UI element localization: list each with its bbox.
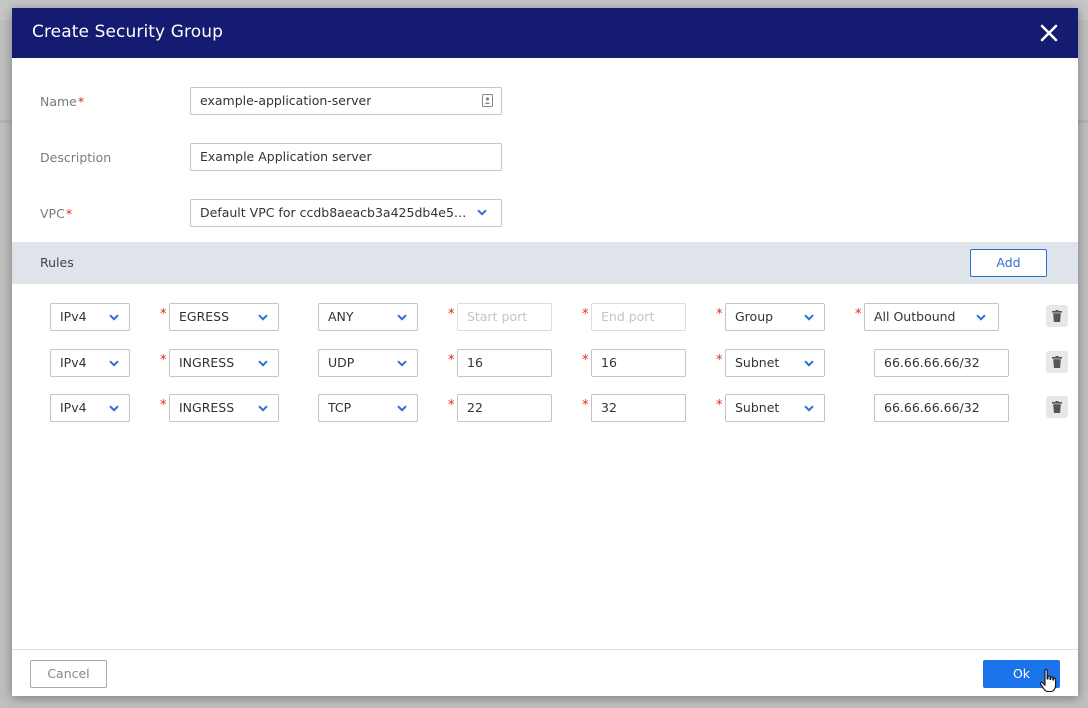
rule-row: IPv4 * EGRESS ANY * Start port * End por… xyxy=(12,303,1078,333)
chevron-down-icon xyxy=(109,314,119,321)
trash-icon xyxy=(1052,310,1062,322)
delete-rule-button[interactable] xyxy=(1046,305,1068,327)
target-type-value: Group xyxy=(735,309,774,324)
contact-card-icon[interactable] xyxy=(482,94,493,107)
close-icon xyxy=(1040,24,1058,42)
required-marker: * xyxy=(855,307,862,322)
end-port-input[interactable]: End port xyxy=(591,303,686,331)
rule-row: IPv4 * INGRESS TCP * 22 * 32 * Subnet 66… xyxy=(12,394,1078,424)
close-button[interactable] xyxy=(1036,20,1062,46)
chevron-down-icon xyxy=(804,314,814,321)
protocol-select[interactable]: UDP xyxy=(318,349,418,377)
target-type-value: Subnet xyxy=(735,400,780,415)
delete-rule-button[interactable] xyxy=(1046,351,1068,373)
chevron-down-icon xyxy=(109,360,119,367)
target-group-select[interactable]: All Outbound xyxy=(864,303,999,331)
target-type-select[interactable]: Group xyxy=(725,303,825,331)
description-value: Example Application server xyxy=(200,149,372,164)
add-rule-button[interactable]: Add xyxy=(970,249,1047,277)
required-marker: * xyxy=(582,307,589,322)
target-value: All Outbound xyxy=(874,309,956,324)
rules-label: Rules xyxy=(40,255,74,270)
name-label: Name* xyxy=(40,94,84,109)
name-value: example-application-server xyxy=(200,93,372,108)
description-label: Description xyxy=(40,150,112,165)
delete-rule-button[interactable] xyxy=(1046,396,1068,418)
cancel-button[interactable]: Cancel xyxy=(30,660,107,688)
required-marker: * xyxy=(716,307,723,322)
chevron-down-icon xyxy=(477,209,487,216)
required-marker: * xyxy=(448,398,455,413)
chevron-down-icon xyxy=(976,314,986,321)
end-port-input[interactable]: 32 xyxy=(591,394,686,422)
protocol-value: TCP xyxy=(328,400,352,415)
required-marker: * xyxy=(160,307,167,322)
direction-value: INGRESS xyxy=(179,355,235,370)
vpc-label: VPC* xyxy=(40,206,72,221)
name-input[interactable]: example-application-server xyxy=(190,87,502,115)
required-marker: * xyxy=(716,353,723,368)
ip-version-select[interactable]: IPv4 xyxy=(50,394,130,422)
target-type-select[interactable]: Subnet xyxy=(725,394,825,422)
start-port-input[interactable]: 16 xyxy=(457,349,552,377)
ip-version-select[interactable]: IPv4 xyxy=(50,349,130,377)
protocol-select[interactable]: ANY xyxy=(318,303,418,331)
trash-icon xyxy=(1052,401,1062,413)
target-type-value: Subnet xyxy=(735,355,780,370)
vpc-value: Default VPC for ccdb8aeacb3a425db4e54... xyxy=(200,205,470,220)
chevron-down-icon xyxy=(397,360,407,367)
end-port-input[interactable]: 16 xyxy=(591,349,686,377)
direction-value: EGRESS xyxy=(179,309,230,324)
chevron-down-icon xyxy=(109,405,119,412)
start-port-input[interactable]: 22 xyxy=(457,394,552,422)
dialog-title: Create Security Group xyxy=(32,22,223,42)
required-marker: * xyxy=(448,353,455,368)
create-security-group-dialog: Create Security Group Name* example-appl… xyxy=(12,8,1078,696)
direction-select[interactable]: EGRESS xyxy=(169,303,279,331)
required-marker: * xyxy=(582,398,589,413)
chevron-down-icon xyxy=(397,405,407,412)
trash-icon xyxy=(1052,356,1062,368)
chevron-down-icon xyxy=(804,360,814,367)
subnet-cidr-input[interactable]: 66.66.66.66/32 xyxy=(874,349,1009,377)
subnet-cidr-input[interactable]: 66.66.66.66/32 xyxy=(874,394,1009,422)
ip-version-select[interactable]: IPv4 xyxy=(50,303,130,331)
description-input[interactable]: Example Application server xyxy=(190,143,502,171)
chevron-down-icon xyxy=(397,314,407,321)
required-marker: * xyxy=(716,398,723,413)
hand-pointer-cursor-icon xyxy=(1039,669,1057,693)
dialog-header: Create Security Group xyxy=(12,8,1078,58)
chevron-down-icon xyxy=(258,405,268,412)
chevron-down-icon xyxy=(804,405,814,412)
direction-value: INGRESS xyxy=(179,400,235,415)
chevron-down-icon xyxy=(258,360,268,367)
required-marker: * xyxy=(160,353,167,368)
rules-section-header: Rules Add xyxy=(12,242,1078,284)
vpc-label-text: VPC xyxy=(40,206,65,221)
dialog-footer: Cancel Ok xyxy=(12,649,1078,696)
protocol-select[interactable]: TCP xyxy=(318,394,418,422)
rule-row: IPv4 * INGRESS UDP * 16 * 16 * Subnet 66… xyxy=(12,349,1078,379)
direction-select[interactable]: INGRESS xyxy=(169,349,279,377)
required-marker: * xyxy=(448,307,455,322)
name-label-text: Name xyxy=(40,94,77,109)
required-marker: * xyxy=(77,94,85,109)
ip-version-value: IPv4 xyxy=(60,309,87,324)
required-marker: * xyxy=(160,398,167,413)
vpc-select[interactable]: Default VPC for ccdb8aeacb3a425db4e54... xyxy=(190,199,502,227)
direction-select[interactable]: INGRESS xyxy=(169,394,279,422)
protocol-value: ANY xyxy=(328,309,354,324)
required-marker: * xyxy=(65,206,73,221)
start-port-input[interactable]: Start port xyxy=(457,303,552,331)
protocol-value: UDP xyxy=(328,355,355,370)
target-type-select[interactable]: Subnet xyxy=(725,349,825,377)
required-marker: * xyxy=(582,353,589,368)
ip-version-value: IPv4 xyxy=(60,400,87,415)
ip-version-value: IPv4 xyxy=(60,355,87,370)
chevron-down-icon xyxy=(258,314,268,321)
